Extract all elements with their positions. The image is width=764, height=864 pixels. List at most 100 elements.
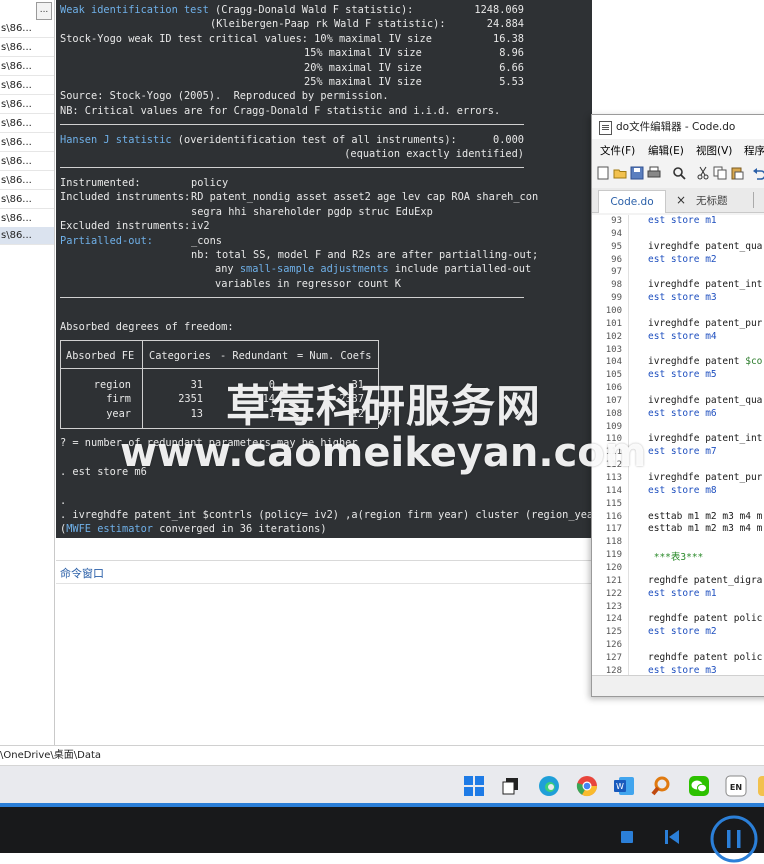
absorbed-title: Absorbed degrees of freedom: (60, 321, 234, 333)
edge-browser-icon[interactable] (538, 775, 560, 797)
weak-id-link[interactable]: Weak identification test (60, 4, 209, 16)
mwfe-link[interactable]: MWFE estimator (66, 523, 153, 535)
code-line: est store m2 (648, 253, 717, 265)
list-item[interactable]: s\86... (0, 210, 54, 228)
code-line: ivreghdfe patent_qua (648, 240, 763, 252)
list-item[interactable]: s\86... (0, 191, 54, 209)
sy-line: 25% maximal IV size (304, 76, 422, 88)
code-line: est store m6 (648, 407, 717, 419)
included-value: segra hhi shareholder pgdp struc EduExp (191, 206, 433, 218)
hansen-line: Hansen J statistic (overidentification t… (60, 133, 457, 147)
command-input[interactable] (56, 583, 592, 584)
word-app-icon[interactable]: W (613, 775, 635, 797)
horizontal-scrollbar[interactable] (592, 675, 764, 696)
hansen-link[interactable]: Hansen J statistic (60, 134, 172, 146)
list-item[interactable]: s\86... (0, 115, 54, 133)
find-icon[interactable] (672, 166, 686, 180)
menu-view[interactable]: 视图(V) (696, 141, 732, 161)
wechat-icon[interactable] (688, 775, 710, 797)
line-number: 103 (605, 344, 622, 355)
sy-value: 6.66 (499, 62, 524, 74)
nb2-line: nb: total SS, model F and R2s are after … (191, 249, 539, 261)
working-directory: \OneDrive\桌面\Data (0, 750, 102, 761)
editor-titlebar[interactable]: do文件编辑器 - Code.do (592, 115, 764, 139)
code-line: ivreghdfe patent_int (648, 279, 763, 291)
list-item[interactable]: s\86... (0, 77, 54, 95)
undo-icon[interactable] (752, 166, 764, 180)
command-window[interactable]: 命令窗口 (56, 560, 592, 746)
code-line: ivreghdfe patent_pur (648, 472, 763, 483)
source-line: Source: Stock-Yogo (2005). Reproduced by… (60, 90, 389, 102)
task-view-icon[interactable] (500, 775, 522, 797)
code-line: est store m1 (648, 587, 717, 599)
previous-icon[interactable] (664, 829, 680, 845)
line-number: 116 (605, 511, 622, 522)
list-item[interactable]: s\86... (0, 39, 54, 57)
instrumented-value: policy (191, 177, 229, 189)
nb2-line: any small-sample adjustments include par… (215, 262, 531, 276)
line-number: 98 (611, 280, 622, 291)
line-number: 114 (605, 485, 622, 496)
more-button[interactable]: ... (36, 2, 52, 20)
chrome-browser-icon[interactable] (576, 775, 598, 797)
cut-icon[interactable] (696, 166, 710, 180)
line-number: 126 (605, 640, 622, 651)
sy-value: 16.38 (493, 33, 524, 45)
table-header: Absorbed FE (66, 350, 135, 362)
list-item[interactable]: s\86... (0, 134, 54, 152)
small-sample-link[interactable]: small-sample adjustments (240, 263, 389, 275)
editor-toolbar (592, 163, 764, 185)
menu-file[interactable]: 文件(F) (600, 141, 635, 161)
list-item[interactable]: s\86... (0, 20, 54, 38)
table-cell: region (93, 379, 131, 391)
line-number: 100 (605, 305, 622, 316)
search-tool-icon[interactable] (650, 775, 672, 797)
new-file-icon[interactable] (596, 166, 610, 180)
stop-icon[interactable] (620, 830, 634, 844)
list-item-selected[interactable]: s\86... (0, 227, 54, 245)
divider (60, 124, 524, 125)
line-number: 96 (611, 254, 622, 265)
sy-value: 5.53 (499, 76, 524, 88)
language-en-icon[interactable]: EN (725, 775, 747, 797)
line-number: 106 (605, 383, 622, 394)
print-icon[interactable] (647, 166, 661, 180)
nb-line: NB: Critical values are for Cragg-Donald… (60, 105, 501, 117)
close-tab-icon[interactable]: × (676, 193, 686, 207)
tab-code-do[interactable]: Code.do (598, 190, 666, 213)
list-item[interactable]: s\86... (0, 172, 54, 190)
hansen-text: (overidentification test of all instrume… (171, 134, 457, 146)
list-item[interactable]: s\86... (0, 153, 54, 171)
line-number: 122 (605, 588, 622, 599)
code-line: est store m3 (648, 292, 717, 304)
table-header: Categories (149, 350, 211, 362)
code-line: ivreghdfe patent_qua (648, 394, 763, 406)
menu-program[interactable]: 程序 (744, 141, 764, 161)
line-number: 101 (605, 318, 622, 329)
windows-start-icon[interactable] (463, 775, 485, 797)
nb2-text: include partialled-out (388, 263, 532, 275)
line-number: 108 (605, 408, 622, 419)
line-number: 107 (605, 395, 622, 406)
app-icon[interactable] (757, 775, 764, 797)
line-number: 121 (605, 575, 622, 586)
hansen-note: (equation exactly identified) (344, 148, 524, 160)
copy-icon[interactable] (713, 166, 727, 180)
list-item[interactable]: s\86... (0, 58, 54, 76)
code-line: est store m4 (648, 330, 717, 342)
open-folder-icon[interactable] (613, 166, 627, 180)
partialled-label[interactable]: Partialled-out: (60, 234, 153, 248)
table-cell: firm (106, 393, 131, 405)
line-number: 104 (605, 357, 622, 368)
code-line: est store m8 (648, 484, 717, 496)
paste-icon[interactable] (730, 166, 744, 180)
line-number: 95 (611, 241, 622, 252)
sy-line: Stock-Yogo weak ID test critical values:… (60, 33, 432, 45)
line-number: 120 (605, 562, 622, 573)
list-item[interactable]: s\86... (0, 96, 54, 114)
sy-line: 15% maximal IV size (304, 47, 422, 59)
pause-button-icon[interactable] (709, 814, 759, 864)
save-icon[interactable] (630, 166, 644, 180)
tab-untitled[interactable]: 无标题 (696, 190, 746, 212)
menu-edit[interactable]: 编辑(E) (648, 141, 684, 161)
